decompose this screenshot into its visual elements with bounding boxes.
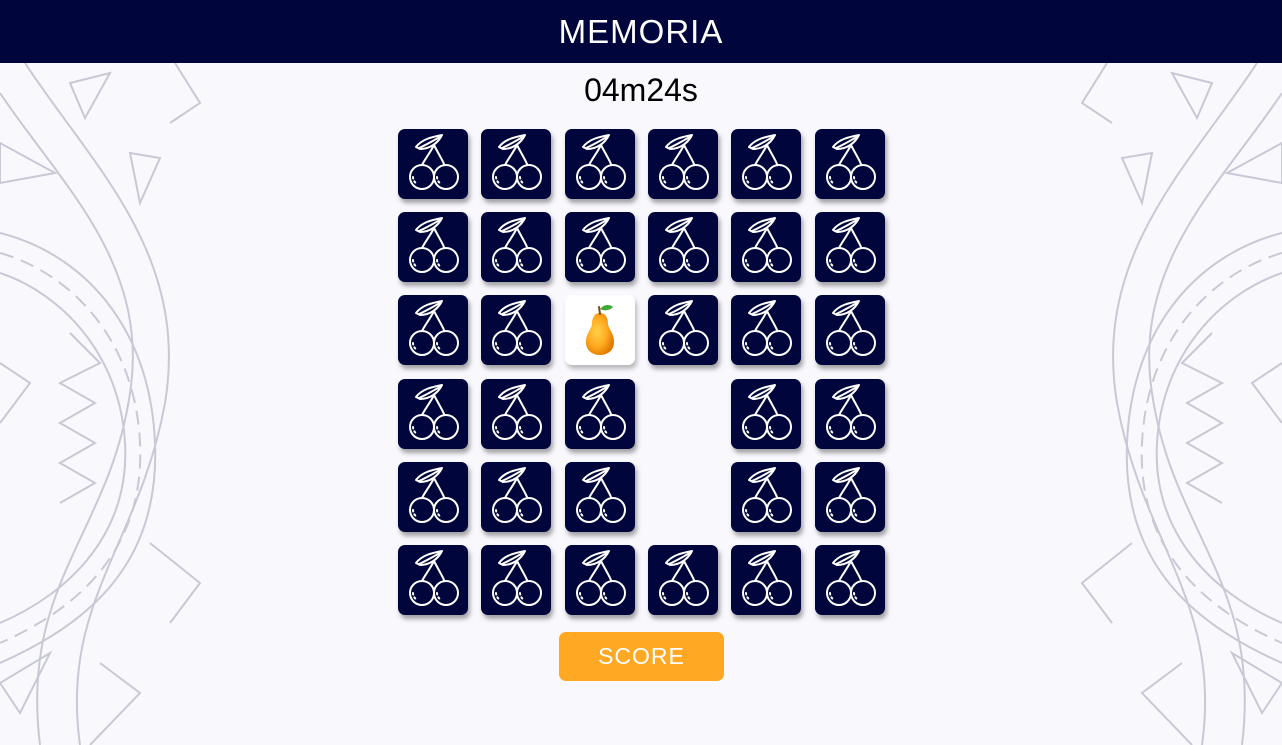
- memory-card[interactable]: [815, 379, 885, 449]
- memory-card[interactable]: [815, 212, 885, 282]
- memory-card[interactable]: [398, 545, 468, 615]
- memory-card[interactable]: [648, 129, 718, 199]
- memory-card[interactable]: [565, 379, 635, 449]
- memory-card[interactable]: [398, 379, 468, 449]
- game-timer: 04m24s: [584, 72, 698, 108]
- memory-card[interactable]: [648, 212, 718, 282]
- memory-card[interactable]: [481, 212, 551, 282]
- memory-card[interactable]: [565, 462, 635, 532]
- memory-card[interactable]: [481, 379, 551, 449]
- memory-card[interactable]: [731, 129, 801, 199]
- memory-card[interactable]: [815, 129, 885, 199]
- memory-card[interactable]: [731, 212, 801, 282]
- memory-card[interactable]: [815, 295, 885, 365]
- decorative-pattern-right: [1080, 63, 1282, 745]
- score-button[interactable]: SCORE: [559, 632, 724, 681]
- app-header: MEMORIA: [0, 0, 1282, 63]
- memory-card-revealed: [565, 295, 635, 365]
- memory-card[interactable]: [731, 379, 801, 449]
- memory-card[interactable]: [398, 295, 468, 365]
- memory-card[interactable]: [815, 545, 885, 615]
- memory-card[interactable]: [565, 129, 635, 199]
- memory-card[interactable]: [565, 545, 635, 615]
- memory-card[interactable]: [481, 545, 551, 615]
- memory-card[interactable]: [398, 129, 468, 199]
- memory-card[interactable]: [731, 295, 801, 365]
- app-title: MEMORIA: [558, 12, 724, 50]
- memory-card[interactable]: [398, 212, 468, 282]
- memory-card[interactable]: [731, 462, 801, 532]
- memory-card[interactable]: [481, 462, 551, 532]
- memory-card[interactable]: [648, 545, 718, 615]
- memory-card[interactable]: [815, 462, 885, 532]
- memory-card[interactable]: [731, 545, 801, 615]
- decorative-pattern-left: [0, 63, 202, 745]
- memory-card[interactable]: [565, 212, 635, 282]
- memory-card[interactable]: [648, 295, 718, 365]
- memory-card[interactable]: [398, 462, 468, 532]
- memory-card[interactable]: [481, 295, 551, 365]
- memory-card[interactable]: [481, 129, 551, 199]
